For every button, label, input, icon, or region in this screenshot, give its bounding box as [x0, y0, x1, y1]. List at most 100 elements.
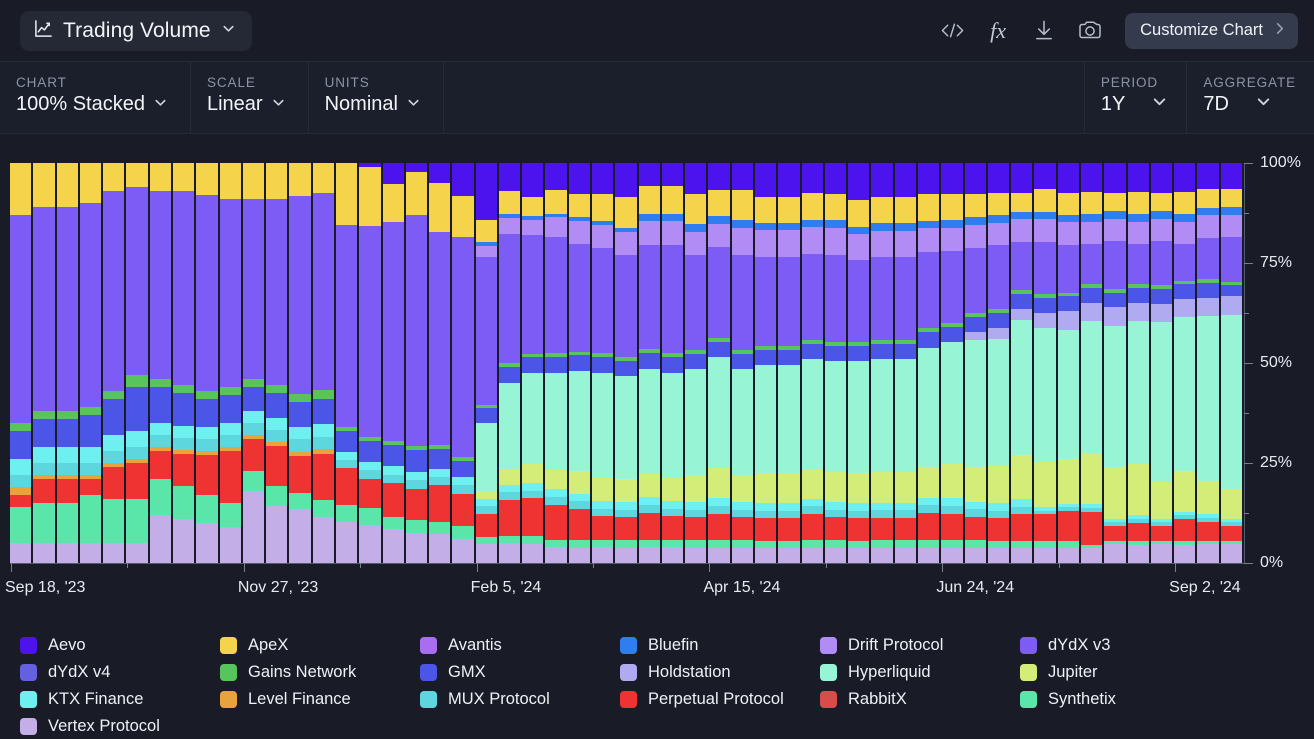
- bar-column[interactable]: [79, 163, 102, 563]
- bar-column[interactable]: [638, 163, 660, 563]
- bar-column[interactable]: [242, 163, 265, 563]
- bar-column[interactable]: [1197, 163, 1219, 563]
- legend-item[interactable]: Bluefin: [620, 632, 820, 659]
- bar-column[interactable]: [56, 163, 78, 563]
- bar-column[interactable]: [312, 163, 334, 563]
- plot-region[interactable]: [10, 163, 1244, 563]
- legend-item[interactable]: Avantis: [420, 632, 620, 659]
- bar-column[interactable]: [452, 163, 474, 563]
- legend-item[interactable]: Gains Network: [220, 659, 420, 686]
- control-aggregate[interactable]: AGGREGATE 7D: [1187, 62, 1314, 133]
- bar-column[interactable]: [941, 163, 963, 563]
- bar-column[interactable]: [266, 163, 288, 563]
- bar-column[interactable]: [964, 163, 986, 563]
- bar-column[interactable]: [382, 163, 404, 563]
- formula-button[interactable]: fx: [977, 12, 1019, 50]
- bar-column[interactable]: [475, 163, 497, 563]
- legend-item[interactable]: RabbitX: [820, 686, 1020, 713]
- bar-segment: [638, 353, 660, 369]
- screenshot-button[interactable]: [1069, 12, 1111, 50]
- chart-title-dropdown[interactable]: Trading Volume: [20, 10, 252, 51]
- bar-column[interactable]: [801, 163, 823, 563]
- legend-item[interactable]: dYdX v4: [20, 659, 220, 686]
- legend-item[interactable]: Drift Protocol: [820, 632, 1020, 659]
- bar-column[interactable]: [196, 163, 218, 563]
- bar-column[interactable]: [894, 163, 916, 563]
- bar-column[interactable]: [615, 163, 637, 563]
- bar-segment: [731, 368, 753, 476]
- bar-segment: [731, 475, 753, 503]
- control-chart-type[interactable]: CHART 100% Stacked: [0, 62, 191, 133]
- bar-column[interactable]: [685, 163, 707, 563]
- bar-segment: [1080, 302, 1103, 321]
- bar-column[interactable]: [359, 163, 381, 563]
- bar-column[interactable]: [545, 163, 567, 563]
- bar-column[interactable]: [1034, 163, 1056, 563]
- bar-column[interactable]: [1080, 163, 1103, 563]
- legend-item[interactable]: ApeX: [220, 632, 420, 659]
- legend-item[interactable]: Hyperliquid: [820, 659, 1020, 686]
- bar-column[interactable]: [219, 163, 241, 563]
- bar-column[interactable]: [731, 163, 753, 563]
- bar-column[interactable]: [1150, 163, 1173, 563]
- bar-column[interactable]: [661, 163, 684, 563]
- bar-column[interactable]: [824, 163, 847, 563]
- bar-column[interactable]: [1174, 163, 1196, 563]
- bar-column[interactable]: [126, 163, 148, 563]
- customize-chart-button[interactable]: Customize Chart: [1125, 12, 1298, 49]
- bar-segment: [1080, 320, 1103, 453]
- bar-column[interactable]: [1220, 163, 1242, 563]
- legend-item[interactable]: Level Finance: [220, 686, 420, 713]
- bar-segment: [1104, 325, 1126, 467]
- bar-segment: [429, 485, 451, 523]
- stacked-bars[interactable]: [10, 163, 1244, 563]
- bar-column[interactable]: [1127, 163, 1149, 563]
- bar-column[interactable]: [592, 163, 614, 563]
- legend-item[interactable]: Perpetual Protocol: [620, 686, 820, 713]
- bar-segment: [405, 450, 428, 472]
- bar-column[interactable]: [172, 163, 195, 563]
- bar-column[interactable]: [917, 163, 940, 563]
- bar-segment: [894, 230, 916, 258]
- bar-column[interactable]: [289, 163, 311, 563]
- bar-column[interactable]: [871, 163, 893, 563]
- y-tick-label: 0%: [1260, 554, 1284, 571]
- legend-item[interactable]: Holdstation: [620, 659, 820, 686]
- legend-item[interactable]: Aevo: [20, 632, 220, 659]
- download-button[interactable]: [1023, 12, 1065, 50]
- bar-column[interactable]: [149, 163, 171, 563]
- chart-canvas[interactable]: 0% 25% 50% 75% 100% Sep 18, '23 Nov 27, '23 Fe…: [0, 135, 1314, 625]
- bar-column[interactable]: [1104, 163, 1126, 563]
- bar-column[interactable]: [987, 163, 1010, 563]
- bar-segment: [1034, 540, 1056, 549]
- bar-column[interactable]: [103, 163, 125, 563]
- bar-column[interactable]: [708, 163, 730, 563]
- legend-swatch: [220, 637, 237, 654]
- control-period[interactable]: PERIOD 1Y: [1085, 62, 1188, 133]
- bar-column[interactable]: [1057, 163, 1079, 563]
- legend-item[interactable]: KTX Finance: [20, 686, 220, 713]
- bar-column[interactable]: [755, 163, 777, 563]
- embed-code-button[interactable]: [931, 12, 973, 50]
- bar-column[interactable]: [33, 163, 55, 563]
- bar-column[interactable]: [335, 163, 358, 563]
- bar-column[interactable]: [778, 163, 800, 563]
- legend-item[interactable]: GMX: [420, 659, 620, 686]
- legend-item[interactable]: Vertex Protocol: [20, 713, 220, 739]
- bar-column[interactable]: [429, 163, 451, 563]
- legend-item[interactable]: Synthetix: [1020, 686, 1220, 713]
- control-units[interactable]: UNITS Nominal: [309, 62, 444, 133]
- bar-column[interactable]: [848, 163, 870, 563]
- bar-column[interactable]: [568, 163, 591, 563]
- bar-segment: [964, 193, 986, 217]
- legend-item[interactable]: MUX Protocol: [420, 686, 620, 713]
- bar-column[interactable]: [498, 163, 521, 563]
- bar-column[interactable]: [405, 163, 428, 563]
- bar-column[interactable]: [522, 163, 544, 563]
- control-scale[interactable]: SCALE Linear: [191, 62, 309, 133]
- legend-item[interactable]: dYdX v3: [1020, 632, 1220, 659]
- bar-column[interactable]: [10, 163, 32, 563]
- legend-item[interactable]: Jupiter: [1020, 659, 1220, 686]
- bar-segment: [801, 219, 823, 228]
- bar-column[interactable]: [1011, 163, 1033, 563]
